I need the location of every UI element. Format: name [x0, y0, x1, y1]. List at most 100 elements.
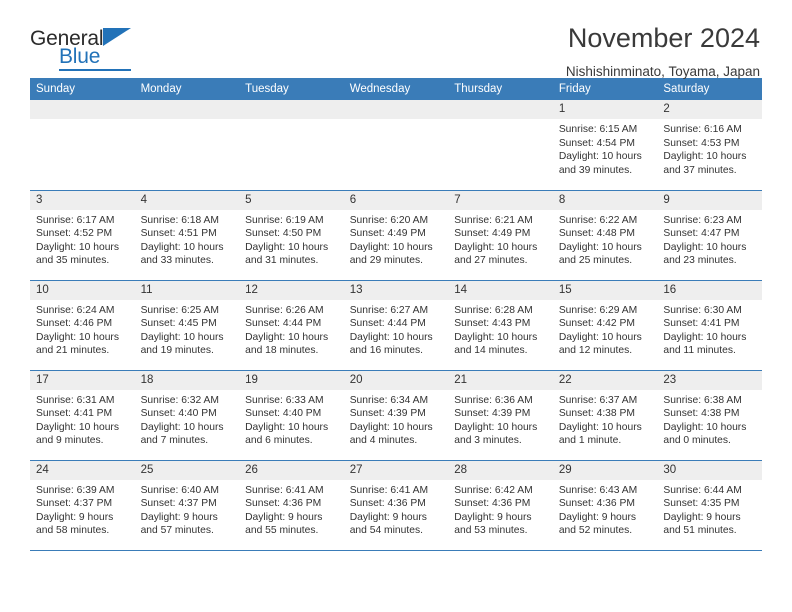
sunrise-text: Sunrise: 6:17 AM: [36, 214, 115, 226]
sun-info: Sunrise: 6:42 AM Sunset: 4:36 PM Daylight:…: [448, 480, 553, 538]
triangle-icon: [103, 28, 131, 46]
sunrise-text: Sunrise: 6:27 AM: [349, 304, 429, 316]
daylight-text: Daylight: 10 hours and 12 minutes.: [558, 331, 642, 357]
sunrise-text: Sunrise: 6:24 AM: [36, 304, 115, 316]
calendar-day: 28 Sunrise: 6:42 AM Sunset: 4:36 PM Dayligh…: [448, 460, 553, 550]
calendar-cell[interactable]: 26 Sunrise: 6:41 AM Sunset: 4:36 PM Dayligh…: [239, 459, 344, 551]
sun-info: Sunrise: 6:18 AM Sunset: 4:51 PM Daylight:…: [135, 210, 240, 268]
day-number: 11: [134, 280, 240, 300]
sunset-text: Sunset: 4:45 PM: [140, 318, 217, 330]
sun-info: Sunrise: 6:28 AM Sunset: 4:43 PM Daylight:…: [448, 300, 553, 358]
sun-info: Sunrise: 6:16 AM Sunset: 4:53 PM Daylight:…: [657, 119, 762, 177]
calendar-cell[interactable]: [343, 100, 449, 190]
general-blue-logo: General Blue: [30, 24, 150, 74]
day-number: 18: [134, 370, 240, 390]
daylight-text: Daylight: 9 hours and 55 minutes.: [245, 511, 323, 537]
calendar-day-empty: [448, 100, 553, 189]
calendar-cell[interactable]: 27 Sunrise: 6:41 AM Sunset: 4:36 PM Dayligh…: [343, 459, 449, 551]
calendar-cell[interactable]: [448, 100, 553, 190]
calendar-day: 8 Sunrise: 6:22 AM Sunset: 4:48 PM Daylight…: [552, 190, 658, 280]
calendar-cell[interactable]: 23 Sunrise: 6:38 AM Sunset: 4:38 PM Dayligh…: [657, 369, 762, 460]
calendar-day: 21 Sunrise: 6:36 AM Sunset: 4:39 PM Dayligh…: [448, 370, 553, 460]
day-number: 2: [657, 100, 762, 119]
calendar-cell[interactable]: 9 Sunrise: 6:23 AM Sunset: 4:47 PM Daylight…: [657, 189, 762, 280]
calendar-cell[interactable]: 18 Sunrise: 6:32 AM Sunset: 4:40 PM Dayligh…: [134, 369, 240, 460]
sunrise-text: Sunrise: 6:16 AM: [663, 124, 742, 135]
day-number: 30: [657, 460, 762, 480]
calendar-cell[interactable]: 12 Sunrise: 6:26 AM Sunset: 4:44 PM Dayligh…: [239, 279, 344, 370]
sunset-text: Sunset: 4:42 PM: [558, 318, 635, 330]
calendar-cell[interactable]: 6 Sunrise: 6:20 AM Sunset: 4:49 PM Daylight…: [343, 189, 449, 280]
calendar-day: 10 Sunrise: 6:24 AM Sunset: 4:46 PM Dayligh…: [30, 280, 135, 370]
day-number: 19: [239, 370, 344, 390]
calendar-day: 26 Sunrise: 6:41 AM Sunset: 4:36 PM Dayligh…: [239, 460, 344, 550]
calendar-cell[interactable]: 7 Sunrise: 6:21 AM Sunset: 4:49 PM Daylight…: [448, 189, 553, 280]
sun-info: Sunrise: 6:34 AM Sunset: 4:39 PM Daylight:…: [344, 390, 449, 448]
sunrise-text: Sunrise: 6:28 AM: [454, 304, 533, 316]
sunrise-text: Sunrise: 6:41 AM: [349, 484, 429, 496]
daylight-text: Daylight: 10 hours and 14 minutes.: [454, 331, 538, 357]
location-subtitle: Nishishinminato, Toyama, Japan: [565, 64, 760, 80]
calendar-day: 7 Sunrise: 6:21 AM Sunset: 4:49 PM Daylight…: [448, 190, 553, 280]
calendar-day: 25 Sunrise: 6:40 AM Sunset: 4:37 PM Dayligh…: [134, 460, 240, 550]
day-number: 1: [552, 100, 658, 119]
day-number: 29: [552, 460, 658, 480]
sun-info: Sunrise: 6:26 AM Sunset: 4:44 PM Daylight:…: [239, 300, 344, 358]
sunset-text: Sunset: 4:38 PM: [663, 408, 740, 420]
calendar-day: 2 Sunrise: 6:16 AM Sunset: 4:53 PM Daylight…: [657, 100, 762, 189]
calendar-cell[interactable]: 4 Sunrise: 6:18 AM Sunset: 4:51 PM Daylight…: [134, 189, 240, 280]
sunrise-text: Sunrise: 6:36 AM: [454, 394, 533, 406]
calendar-cell[interactable]: 29 Sunrise: 6:43 AM Sunset: 4:36 PM Dayligh…: [552, 459, 658, 551]
daylight-text: Daylight: 10 hours and 31 minutes.: [245, 241, 329, 267]
calendar-day: 29 Sunrise: 6:43 AM Sunset: 4:36 PM Dayligh…: [552, 460, 658, 550]
sunrise-text: Sunrise: 6:26 AM: [245, 304, 324, 316]
day-number: 7: [448, 190, 553, 210]
day-number: 8: [552, 190, 658, 210]
calendar-cell[interactable]: 1 Sunrise: 6:15 AM Sunset: 4:54 PM Daylight…: [552, 100, 658, 190]
calendar-cell[interactable]: 11 Sunrise: 6:25 AM Sunset: 4:45 PM Dayligh…: [134, 279, 240, 370]
calendar-cell[interactable]: 28 Sunrise: 6:42 AM Sunset: 4:36 PM Dayligh…: [448, 459, 553, 551]
day-number: 12: [239, 280, 344, 300]
calendar-cell[interactable]: 16 Sunrise: 6:30 AM Sunset: 4:41 PM Dayligh…: [657, 279, 762, 370]
calendar-day: 20 Sunrise: 6:34 AM Sunset: 4:39 PM Dayligh…: [343, 370, 449, 460]
calendar-cell[interactable]: 15 Sunrise: 6:29 AM Sunset: 4:42 PM Dayligh…: [552, 279, 658, 370]
calendar-cell[interactable]: 20 Sunrise: 6:34 AM Sunset: 4:39 PM Dayligh…: [343, 369, 449, 460]
calendar-cell[interactable]: 22 Sunrise: 6:37 AM Sunset: 4:38 PM Dayligh…: [552, 369, 658, 460]
calendar-cell[interactable]: 13 Sunrise: 6:27 AM Sunset: 4:44 PM Dayligh…: [343, 279, 449, 370]
calendar-day-empty: [134, 100, 240, 189]
daylight-text: Daylight: 9 hours and 53 minutes.: [454, 511, 532, 537]
daylight-text: Daylight: 10 hours and 6 minutes.: [245, 421, 329, 447]
sunset-text: Sunset: 4:40 PM: [245, 408, 322, 420]
calendar-cell[interactable]: 10 Sunrise: 6:24 AM Sunset: 4:46 PM Dayligh…: [30, 279, 135, 370]
calendar-cell[interactable]: [134, 100, 240, 190]
calendar-cell[interactable]: 5 Sunrise: 6:19 AM Sunset: 4:50 PM Daylight…: [239, 189, 344, 280]
calendar-day-empty: [30, 100, 135, 189]
calendar-cell[interactable]: 25 Sunrise: 6:40 AM Sunset: 4:37 PM Dayligh…: [134, 459, 240, 551]
calendar-cell[interactable]: 24 Sunrise: 6:39 AM Sunset: 4:37 PM Dayligh…: [30, 459, 135, 551]
sun-info: Sunrise: 6:31 AM Sunset: 4:41 PM Daylight:…: [30, 390, 135, 448]
sunrise-text: Sunrise: 6:15 AM: [558, 124, 638, 135]
daylight-text: Daylight: 10 hours and 25 minutes.: [558, 241, 642, 267]
calendar-cell[interactable]: 30 Sunrise: 6:44 AM Sunset: 4:35 PM Dayligh…: [657, 459, 762, 551]
calendar-cell[interactable]: 2 Sunrise: 6:16 AM Sunset: 4:53 PM Daylight…: [657, 100, 762, 190]
calendar-cell[interactable]: 14 Sunrise: 6:28 AM Sunset: 4:43 PM Dayligh…: [448, 279, 553, 370]
calendar-cell[interactable]: 21 Sunrise: 6:36 AM Sunset: 4:39 PM Dayligh…: [448, 369, 553, 460]
calendar-cell[interactable]: 8 Sunrise: 6:22 AM Sunset: 4:48 PM Daylight…: [552, 189, 658, 280]
calendar-cell[interactable]: 3 Sunrise: 6:17 AM Sunset: 4:52 PM Daylight…: [30, 189, 135, 280]
calendar-cell[interactable]: [239, 100, 344, 190]
day-number: 16: [657, 280, 762, 300]
sunrise-text: Sunrise: 6:44 AM: [663, 484, 742, 496]
calendar-cell[interactable]: 17 Sunrise: 6:31 AM Sunset: 4:41 PM Dayligh…: [30, 369, 135, 460]
weekday-header-thursday: Thursday: [448, 78, 553, 100]
sunrise-text: Sunrise: 6:39 AM: [36, 484, 115, 496]
day-number: 25: [134, 460, 240, 480]
sun-info: Sunrise: 6:37 AM Sunset: 4:38 PM Daylight:…: [553, 390, 658, 448]
calendar-day: 16 Sunrise: 6:30 AM Sunset: 4:41 PM Dayligh…: [657, 280, 762, 370]
calendar-cell[interactable]: 19 Sunrise: 6:33 AM Sunset: 4:40 PM Dayligh…: [239, 369, 344, 460]
calendar-day-empty: [343, 100, 449, 189]
sunset-text: Sunset: 4:36 PM: [558, 498, 635, 510]
calendar-grid: Sunday Monday Tuesday Wednesday Thursday…: [30, 78, 762, 551]
calendar-week-row: 17 Sunrise: 6:31 AM Sunset: 4:41 PM Dayligh…: [30, 369, 762, 460]
calendar-cell[interactable]: [30, 100, 135, 190]
calendar-day: 30 Sunrise: 6:44 AM Sunset: 4:35 PM Dayligh…: [657, 460, 762, 550]
